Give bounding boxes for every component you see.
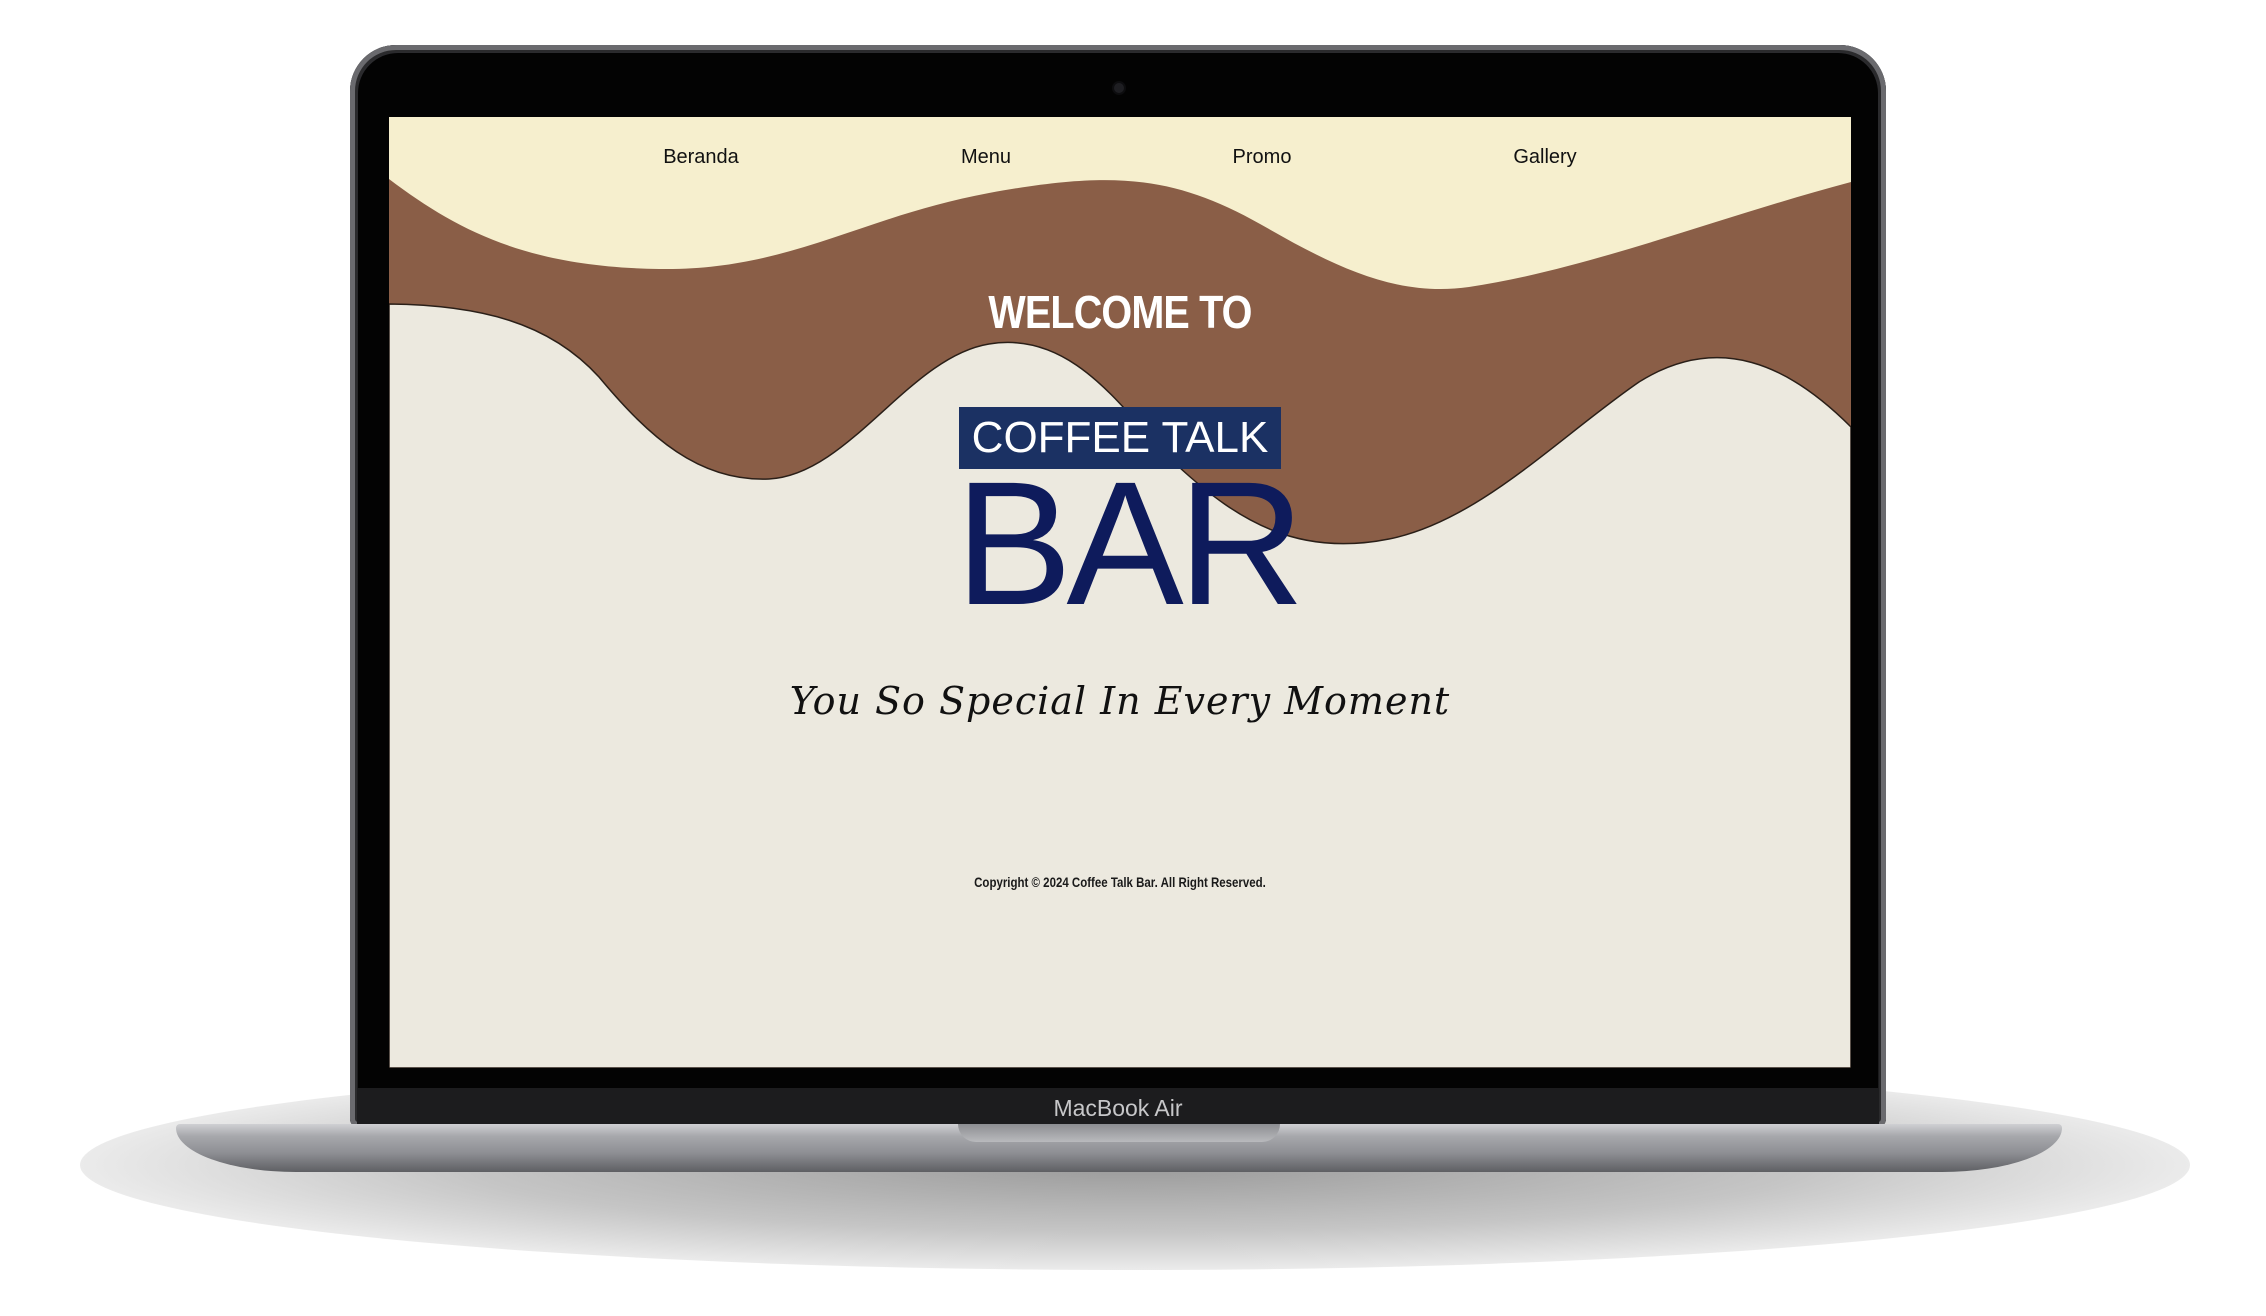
mockup-stage: Beranda Menu Promo Gallery WELCOME TO CO… (0, 0, 2266, 1316)
coffee-talk-bar-logo: COFFEE TALK BAR (955, 407, 1305, 637)
camera-icon (1114, 83, 1124, 93)
copyright-text: Copyright © 2024 Coffee Talk Bar. All Ri… (974, 874, 1266, 890)
website-screen: Beranda Menu Promo Gallery WELCOME TO CO… (389, 117, 1851, 1068)
logo-bar: BAR (955, 446, 1305, 642)
nav-item-beranda[interactable]: Beranda (663, 139, 739, 175)
nav-item-promo[interactable]: Promo (1233, 139, 1292, 175)
main-nav: Beranda Menu Promo Gallery (389, 139, 1851, 175)
laptop-base-notch (958, 1124, 1280, 1142)
nav-item-menu[interactable]: Menu (961, 139, 1011, 175)
nav-item-gallery[interactable]: Gallery (1513, 139, 1576, 175)
tagline: You So Special In Every Moment (789, 679, 1451, 723)
macbook-model-label: MacBook Air (1053, 1095, 1183, 1121)
welcome-heading: WELCOME TO (988, 286, 1252, 338)
